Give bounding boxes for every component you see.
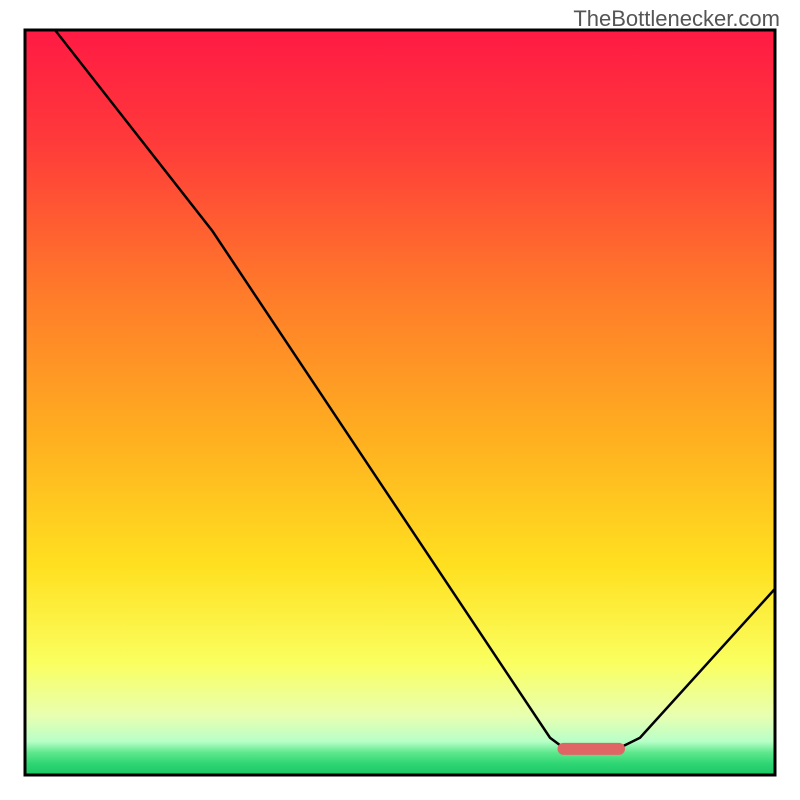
chart-container: TheBottlenecker.com	[0, 0, 800, 800]
bottleneck-chart	[0, 0, 800, 800]
watermark-text: TheBottlenecker.com	[573, 6, 780, 32]
optimal-marker	[558, 743, 626, 755]
gradient-background	[25, 30, 775, 775]
